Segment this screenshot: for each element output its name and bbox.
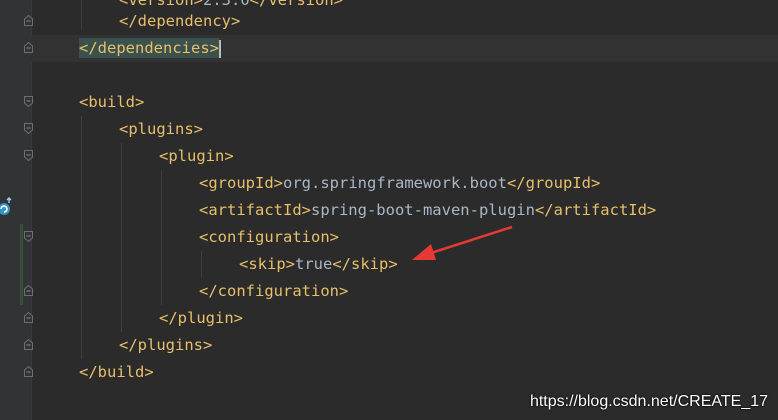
annotation-arrow <box>412 225 513 260</box>
watermark: https://blog.csdn.net/CREATE_17 <box>529 393 768 410</box>
